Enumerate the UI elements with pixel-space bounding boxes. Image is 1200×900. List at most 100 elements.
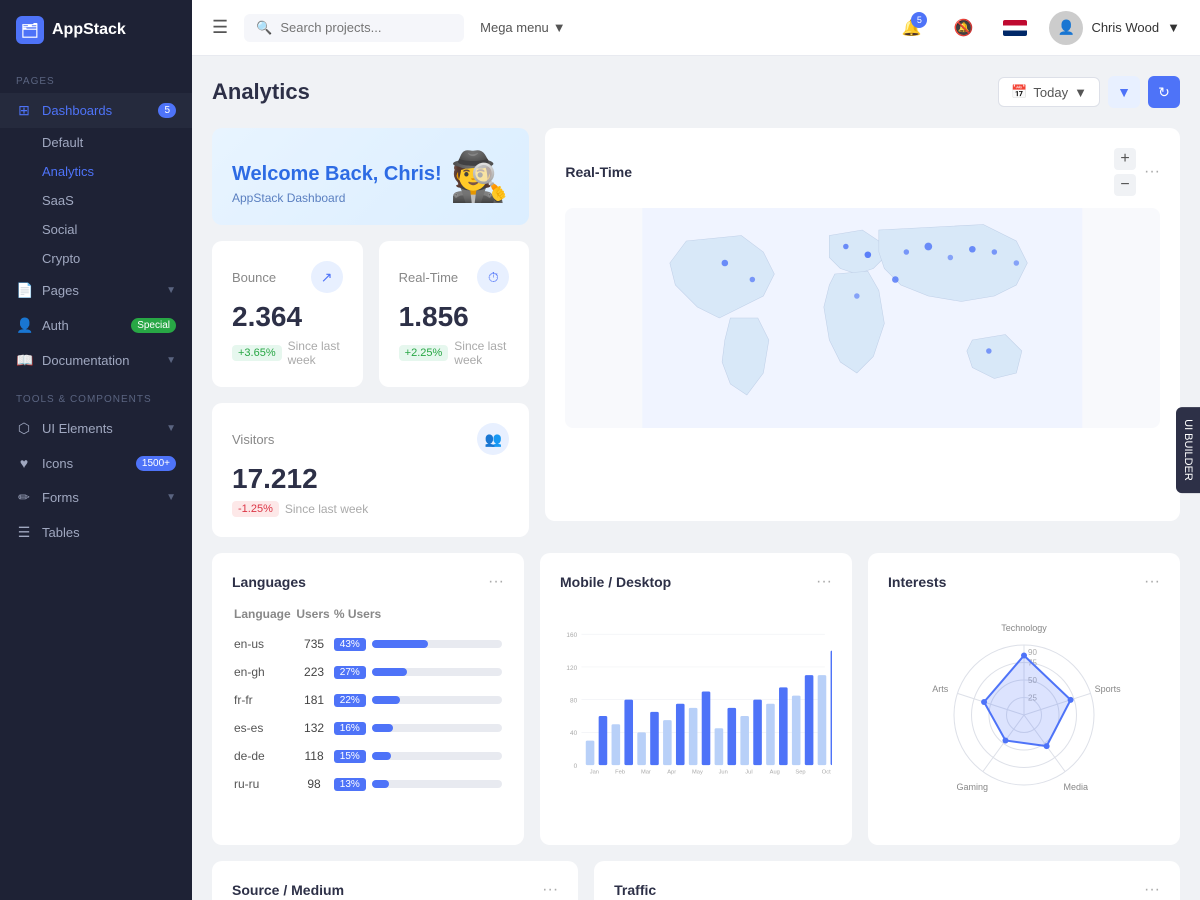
svg-text:Technology: Technology <box>1001 623 1047 633</box>
ui-icon: ⬡ <box>16 420 32 437</box>
today-chevron: ▼ <box>1074 85 1087 100</box>
user-name: Chris Wood <box>1091 20 1159 35</box>
lang-bar: 16% <box>334 715 502 741</box>
sidebar-item-pages[interactable]: 📄 Pages ▼ <box>0 273 192 308</box>
lang-name: en-us <box>234 631 294 657</box>
radar-svg: TechnologySportsMediaGamingArts25507590 <box>924 615 1124 815</box>
map-zoom-controls: + − <box>1114 148 1136 196</box>
sidebar-item-label-dashboards: Dashboards <box>42 103 112 118</box>
svg-text:80: 80 <box>570 698 578 705</box>
languages-more[interactable]: ··· <box>488 573 504 591</box>
sidebar-item-label-ui: UI Elements <box>42 421 113 436</box>
realtime-card: Real-Time ⏱ 1.856 +2.25% Since last week <box>379 241 530 387</box>
refresh-button[interactable]: ↻ <box>1148 76 1180 108</box>
sidebar-item-dashboards[interactable]: ⊞ Dashboards 5 <box>0 93 192 128</box>
source-medium-more[interactable]: ··· <box>542 881 558 899</box>
search-box[interactable]: 🔍 <box>244 14 464 42</box>
svg-text:40: 40 <box>570 730 578 737</box>
bottom-grid: Source / Medium ··· Traffic ··· SourceUs… <box>212 861 1180 900</box>
docs-icon: 📖 <box>16 352 32 369</box>
svg-text:160: 160 <box>566 632 577 639</box>
zoom-in-button[interactable]: + <box>1114 148 1136 170</box>
sidebar-item-label-forms: Forms <box>42 490 79 505</box>
svg-text:Gaming: Gaming <box>957 782 989 792</box>
ui-builder-tab[interactable]: UI BUILDER <box>1176 407 1200 493</box>
dashboards-icon: ⊞ <box>16 102 32 119</box>
today-button[interactable]: 📅 Today ▼ <box>998 77 1100 107</box>
sidebar-item-social[interactable]: Social <box>0 215 192 244</box>
sidebar-item-label-icons: Icons <box>42 456 73 471</box>
sidebar-item-documentation[interactable]: 📖 Documentation ▼ <box>0 343 192 378</box>
lang-col-pct: % Users <box>334 607 502 629</box>
svg-text:0: 0 <box>574 763 578 770</box>
svg-text:Mar: Mar <box>641 770 651 776</box>
map-more-button[interactable]: ··· <box>1144 163 1160 181</box>
hamburger-button[interactable]: ☰ <box>212 17 228 38</box>
bounce-label: Bounce <box>232 270 276 285</box>
search-input[interactable] <box>280 20 440 35</box>
svg-text:Feb: Feb <box>615 770 625 776</box>
calendar-icon: 📅 <box>1011 84 1027 100</box>
sidebar-item-saas[interactable]: SaaS <box>0 186 192 215</box>
dashboards-badge: 5 <box>158 103 176 118</box>
bounce-card: Bounce ↗ 2.364 +3.65% Since last week <box>212 241 363 387</box>
bounce-since: Since last week <box>288 339 343 367</box>
tables-icon: ☰ <box>16 524 32 541</box>
avatar: 👤 <box>1049 11 1083 45</box>
traffic-card: Traffic ··· SourceUsersSessionsBounce Ra… <box>594 861 1180 900</box>
topbar: ☰ 🔍 Mega menu ▼ 🔔 5 🔕 👤 Chris Wood ▼ <box>192 0 1200 56</box>
notifications-button[interactable]: 🔔 5 <box>893 10 929 46</box>
sidebar-item-crypto[interactable]: Crypto <box>0 244 192 273</box>
sidebar-item-default[interactable]: Default <box>0 128 192 157</box>
interests-title: Interests <box>888 574 946 590</box>
map-title: Real-Time <box>565 164 632 180</box>
user-menu[interactable]: 👤 Chris Wood ▼ <box>1049 11 1180 45</box>
zoom-out-button[interactable]: − <box>1114 174 1136 196</box>
sidebar-item-auth[interactable]: 👤 Auth Special <box>0 308 192 343</box>
lang-users: 735 <box>296 631 332 657</box>
mega-menu-label: Mega menu <box>480 20 549 35</box>
bounce-icon: ↗ <box>311 261 343 293</box>
icons-badge: 1500+ <box>136 456 176 471</box>
lang-users: 223 <box>296 659 332 685</box>
svg-text:Jan: Jan <box>590 770 599 776</box>
mobile-desktop-title: Mobile / Desktop <box>560 574 671 590</box>
lang-users: 181 <box>296 687 332 713</box>
interests-card: Interests ··· TechnologySportsMediaGamin… <box>868 553 1180 845</box>
mega-menu-button[interactable]: Mega menu ▼ <box>480 20 566 35</box>
realtime-label: Real-Time <box>399 270 458 285</box>
bounce-badge: +3.65% <box>232 345 282 361</box>
page-header: Analytics 📅 Today ▼ ▼ ↻ <box>212 76 1180 108</box>
alerts-button[interactable]: 🔕 <box>945 10 981 46</box>
bounce-value: 2.364 <box>232 301 343 333</box>
source-medium-title: Source / Medium <box>232 882 344 898</box>
lang-row: en-us 735 43% <box>234 631 502 657</box>
filter-icon: ▼ <box>1117 84 1131 100</box>
sidebar-item-forms[interactable]: ✏ Forms ▼ <box>0 480 192 515</box>
sidebar-item-label-pages: Pages <box>42 283 79 298</box>
lang-row: es-es 132 16% <box>234 715 502 741</box>
lang-users: 118 <box>296 743 332 769</box>
sidebar-item-ui-elements[interactable]: ⬡ UI Elements ▼ <box>0 411 192 446</box>
svg-text:Media: Media <box>1063 782 1088 792</box>
sidebar-item-analytics[interactable]: Analytics <box>0 157 192 186</box>
flag-button[interactable] <box>997 10 1033 46</box>
sidebar-item-icons[interactable]: ♥ Icons 1500+ <box>0 446 192 480</box>
realtime-badge: +2.25% <box>399 345 449 361</box>
welcome-figure: 🕵️ <box>450 148 510 205</box>
lang-row: en-gh 223 27% <box>234 659 502 685</box>
sidebar-item-tables[interactable]: ☰ Tables <box>0 515 192 550</box>
app-logo[interactable]: 🗂 AppStack <box>0 0 192 60</box>
traffic-more[interactable]: ··· <box>1144 881 1160 899</box>
mobile-desktop-more[interactable]: ··· <box>816 573 832 591</box>
lang-bar: 27% <box>334 659 502 685</box>
languages-card: Languages ··· Language Users % Users en-… <box>212 553 524 845</box>
ui-chevron: ▼ <box>166 423 176 434</box>
filter-button[interactable]: ▼ <box>1108 76 1140 108</box>
forms-chevron: ▼ <box>166 492 176 503</box>
auth-icon: 👤 <box>16 317 32 334</box>
lang-col-users: Users <box>296 607 332 629</box>
interests-more[interactable]: ··· <box>1144 573 1160 591</box>
docs-chevron: ▼ <box>166 355 176 366</box>
notifications-badge: 5 <box>911 12 927 28</box>
